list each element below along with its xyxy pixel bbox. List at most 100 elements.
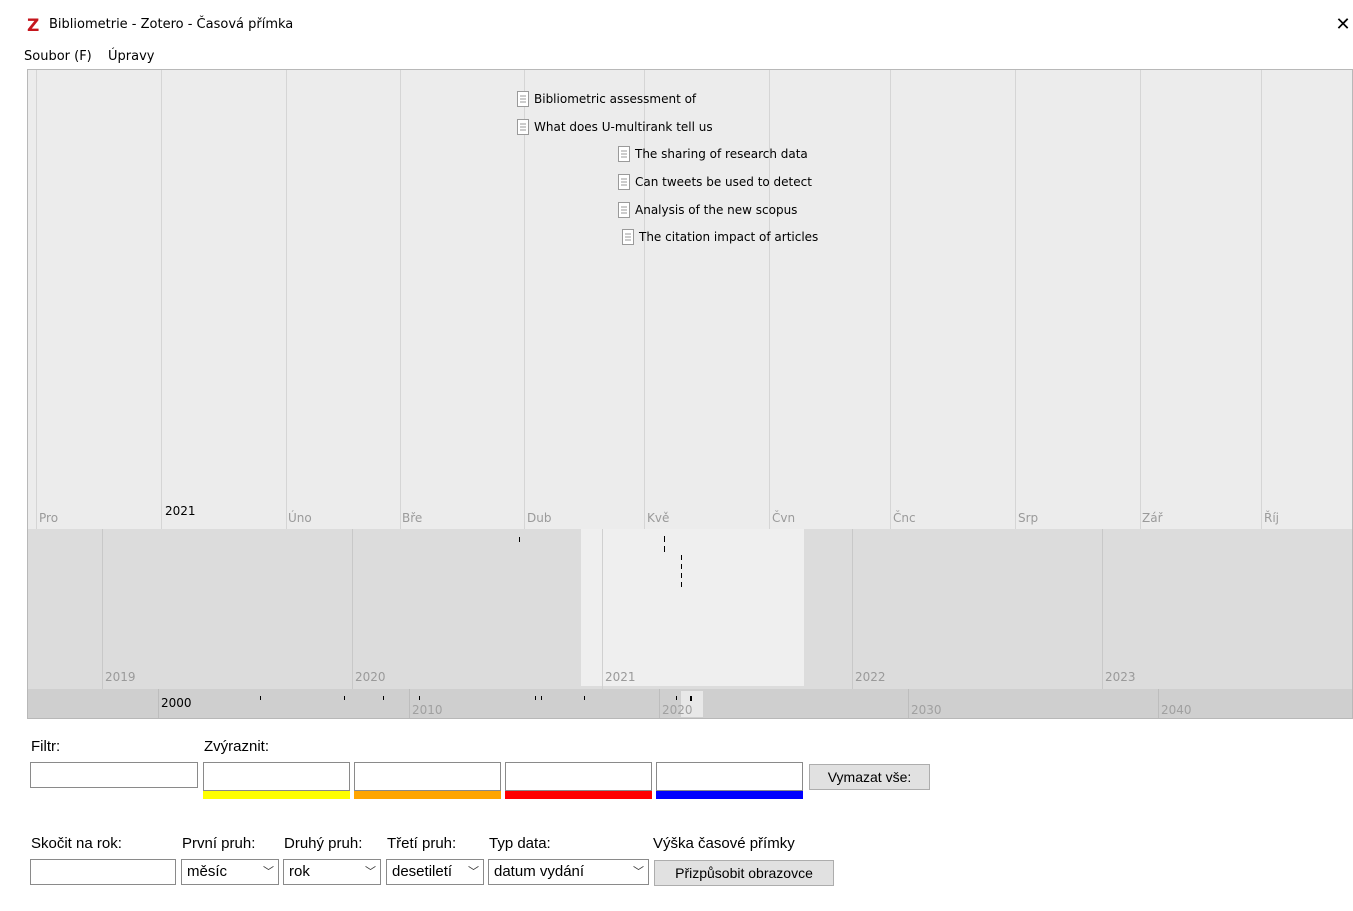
band1-label: Říj [1264,511,1280,525]
close-button[interactable]: ✕ [1333,13,1353,37]
band3-divider [659,689,660,718]
filter-label: Filtr: [31,738,61,755]
event-title: The sharing of research data [635,147,808,161]
chevron-down-icon: ﹀ [263,866,274,878]
event-title: Analysis of the new scopus [635,203,798,217]
document-icon [618,174,630,190]
timeline-view[interactable]: Pro 2021 Úno Bře Dub Kvě Čvn Čnc Srp Zář… [27,69,1353,719]
band3-divider [1158,689,1159,718]
fit-to-screen-button[interactable]: Přizpůsobit obrazovce [654,860,834,886]
band2-event-tick [681,555,682,560]
band2-label: 2023 [1105,670,1136,684]
highlight-input-1[interactable] [203,762,350,791]
band3-divider [409,689,410,718]
band1-label: Srp [1018,511,1039,525]
jump-to-year-input[interactable] [30,859,176,885]
band2-divider [352,529,353,689]
band3-event-tick [344,696,345,700]
band3-event-tick [383,696,384,700]
filter-input[interactable] [30,762,198,788]
band2-select-value: rok [289,863,310,880]
band2-label: 2020 [355,670,386,684]
band1-label: Zář [1142,511,1163,525]
band1-label: Čvn [772,511,796,525]
band3-select[interactable]: desetiletí ﹀ [386,859,484,885]
band2-event-tick [681,573,682,578]
highlight-label: Zvýraznit: [204,738,270,755]
band3-select-label: Třetí pruh: [387,835,457,852]
title-bar: Z Bibliometrie - Zotero - Časová přímka … [0,0,1353,48]
highlight-color-blue [656,791,803,799]
band2-select-label: Druhý pruh: [284,835,363,852]
chevron-down-icon: ﹀ [365,866,376,878]
band3-event-tick [260,696,261,700]
timeline-event[interactable]: The citation impact of articles [621,227,818,247]
band3-label: 2020 [662,703,693,717]
band1-label: Čnc [893,511,916,525]
band3-divider [908,689,909,718]
band1-label: Úno [288,511,312,525]
menu-file[interactable]: Soubor (F) [24,49,92,64]
chevron-down-icon: ﹀ [468,866,479,878]
timeline-height-label: Výška časové přímky [653,835,795,852]
band3-select-value: desetiletí [392,863,453,880]
highlight-color-orange [354,791,501,799]
band3-event-tick [584,696,585,700]
date-type-label: Typ data: [489,835,551,852]
event-title: The citation impact of articles [639,230,819,244]
band2-event-tick [664,536,665,542]
timeline-event[interactable]: Bibliometric assessment of [516,89,696,109]
menu-bar: Soubor (F) Úpravy [0,48,1353,68]
timeline-event[interactable]: The sharing of research data [617,144,808,164]
band1-label: Kvě [647,511,670,525]
band3-label: 2030 [911,703,942,717]
band2-select[interactable]: rok ﹀ [283,859,381,885]
band1-label: Pro [39,511,59,525]
event-title: Can tweets be used to detect [635,175,812,189]
band2-label: 2021 [605,670,636,684]
timeline-event[interactable]: What does U-multirank tell us [516,117,713,137]
window-title: Bibliometrie - Zotero - Časová přímka [49,17,294,32]
chevron-down-icon: ﹀ [633,866,644,878]
band1-select-label: První pruh: [182,835,256,852]
zotero-logo-icon: Z [27,16,40,36]
clear-all-button[interactable]: Vymazat vše: [809,764,930,790]
band1-select[interactable]: měsíc ﹀ [181,859,279,885]
band3-label: 2040 [1161,703,1192,717]
band2-label: 2022 [855,670,886,684]
band3-event-tick [676,696,677,700]
highlight-input-2[interactable] [354,762,501,791]
timeline-band-months[interactable]: Pro 2021 Úno Bře Dub Kvě Čvn Čnc Srp Zář… [28,70,1352,529]
band3-event-tick [535,696,536,700]
band2-divider [852,529,853,689]
document-icon [618,202,630,218]
jump-to-year-label: Skočit na rok: [31,835,122,852]
band2-event-tick [519,537,520,542]
band2-label: 2019 [105,670,136,684]
band2-event-tick [681,582,682,587]
timeline-event[interactable]: Analysis of the new scopus [617,200,797,220]
band3-event-tick [541,696,542,700]
band2-divider [102,529,103,689]
band1-label-year: 2021 [165,504,196,518]
band1-label: Dub [527,511,552,525]
date-type-select[interactable]: datum vydání ﹀ [488,859,649,885]
band2-visible-range [581,529,804,686]
band2-event-tick [681,564,682,569]
menu-edit[interactable]: Úpravy [108,49,154,64]
event-title: What does U-multirank tell us [534,120,713,134]
highlight-color-yellow [203,791,350,799]
document-icon [517,119,529,135]
band3-divider [158,689,159,718]
date-type-select-value: datum vydání [494,863,585,880]
highlight-input-4[interactable] [656,762,803,791]
document-icon [618,146,630,162]
timeline-event[interactable]: Can tweets be used to detect [617,172,812,192]
highlight-input-3[interactable] [505,762,652,791]
band3-label-bold: 2000 [161,696,192,710]
band2-divider [1102,529,1103,689]
event-title: Bibliometric assessment of [534,92,697,106]
band3-event-tick [690,696,692,701]
band2-event-tick [664,546,665,552]
highlight-color-red [505,791,652,799]
